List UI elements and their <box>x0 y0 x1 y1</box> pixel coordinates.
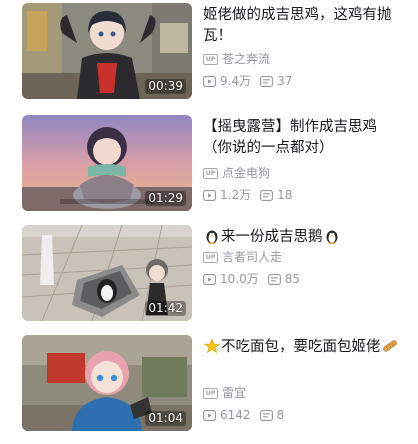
video-title-text: 姬佬做的成吉思鸡，这鸡有抛瓦！ <box>203 7 392 44</box>
related-video-list: 00:39 姬佬做的成吉思鸡，这鸡有抛瓦！ UP 苍之奔流 9.4万 37 01… <box>0 0 418 444</box>
view-count: 6142 <box>220 408 251 422</box>
video-card[interactable]: 00:39 姬佬做的成吉思鸡，这鸡有抛瓦！ UP 苍之奔流 9.4万 37 <box>22 3 402 101</box>
video-title-text: 来一份成吉思鹅 <box>221 229 323 245</box>
uploader-name[interactable]: 点金电狗 <box>222 165 270 181</box>
video-duration: 01:29 <box>145 191 186 206</box>
play-count-icon <box>203 189 216 201</box>
video-info: 来一份成吉思鹅 UP 言者司人走 10.0万 85 <box>203 225 399 321</box>
danmaku-count-icon <box>259 409 273 421</box>
stats-row: 9.4万 37 <box>203 73 301 89</box>
video-card[interactable]: 01:04 不吃面包，要吃面包姬佬 UP 雷宜 6142 8 <box>22 335 402 433</box>
video-thumbnail[interactable]: 01:29 <box>22 115 192 211</box>
play-count-icon <box>203 409 216 421</box>
uploader-name[interactable]: 雷宜 <box>222 385 246 401</box>
video-thumbnail[interactable]: 00:39 <box>22 3 192 99</box>
penguin-icon <box>206 230 218 244</box>
stats-row: 10.0万 85 <box>203 271 309 287</box>
danmaku-count-icon <box>267 273 281 285</box>
video-info: 【摇曳露营】制作成吉思鸡（你说的一点都对） UP 点金电狗 1.2万 18 <box>203 115 399 211</box>
stats-row: 1.2万 18 <box>203 187 301 203</box>
danmaku-count: 85 <box>284 272 301 286</box>
up-badge-icon: UP <box>203 251 218 263</box>
uploader-name[interactable]: 苍之奔流 <box>222 51 270 67</box>
star-icon <box>204 338 220 354</box>
up-badge-icon: UP <box>203 387 218 399</box>
video-info: 姬佬做的成吉思鸡，这鸡有抛瓦！ UP 苍之奔流 9.4万 37 <box>203 3 399 99</box>
play-count-icon <box>203 273 216 285</box>
danmaku-count-icon <box>260 75 274 87</box>
video-title[interactable]: 不吃面包，要吃面包姬佬 <box>203 337 399 358</box>
video-card[interactable]: 01:42 来一份成吉思鹅 UP 言者司人走 10.0万 85 <box>22 225 402 323</box>
penguin-icon <box>326 230 337 244</box>
danmaku-count: 8 <box>276 408 285 422</box>
play-count-icon <box>203 75 216 87</box>
stats-row: 6142 8 <box>203 407 293 423</box>
uploader-row[interactable]: UP 言者司人走 <box>203 249 282 265</box>
view-count: 1.2万 <box>220 188 252 202</box>
danmaku-count-icon <box>260 189 274 201</box>
uploader-row[interactable]: UP 雷宜 <box>203 385 246 401</box>
up-badge-icon: UP <box>203 167 218 179</box>
danmaku-count: 37 <box>277 74 293 88</box>
video-thumbnail[interactable]: 01:42 <box>22 225 192 321</box>
view-count: 10.0万 <box>220 272 259 286</box>
uploader-row[interactable]: UP 点金电狗 <box>203 165 270 181</box>
video-thumbnail[interactable]: 01:04 <box>22 335 192 431</box>
video-title-text: 不吃面包，要吃面包姬佬 <box>221 339 381 355</box>
danmaku-count: 18 <box>277 188 293 202</box>
video-duration: 01:04 <box>145 411 186 426</box>
up-badge-icon: UP <box>203 53 218 65</box>
video-title[interactable]: 姬佬做的成吉思鸡，这鸡有抛瓦！ <box>203 5 399 47</box>
video-title[interactable]: 来一份成吉思鹅 <box>203 227 399 248</box>
view-count: 9.4万 <box>220 74 252 88</box>
video-info: 不吃面包，要吃面包姬佬 UP 雷宜 6142 8 <box>203 335 399 431</box>
bread-icon <box>382 340 397 352</box>
video-title-text: 【摇曳露营】制作成吉思鸡（你说的一点都对） <box>203 119 377 156</box>
video-duration: 01:42 <box>145 301 186 316</box>
uploader-name[interactable]: 言者司人走 <box>222 249 282 265</box>
video-duration: 00:39 <box>145 79 186 94</box>
uploader-row[interactable]: UP 苍之奔流 <box>203 51 270 67</box>
video-title[interactable]: 【摇曳露营】制作成吉思鸡（你说的一点都对） <box>203 117 399 159</box>
video-card[interactable]: 01:29 【摇曳露营】制作成吉思鸡（你说的一点都对） UP 点金电狗 1.2万 <box>22 115 402 213</box>
